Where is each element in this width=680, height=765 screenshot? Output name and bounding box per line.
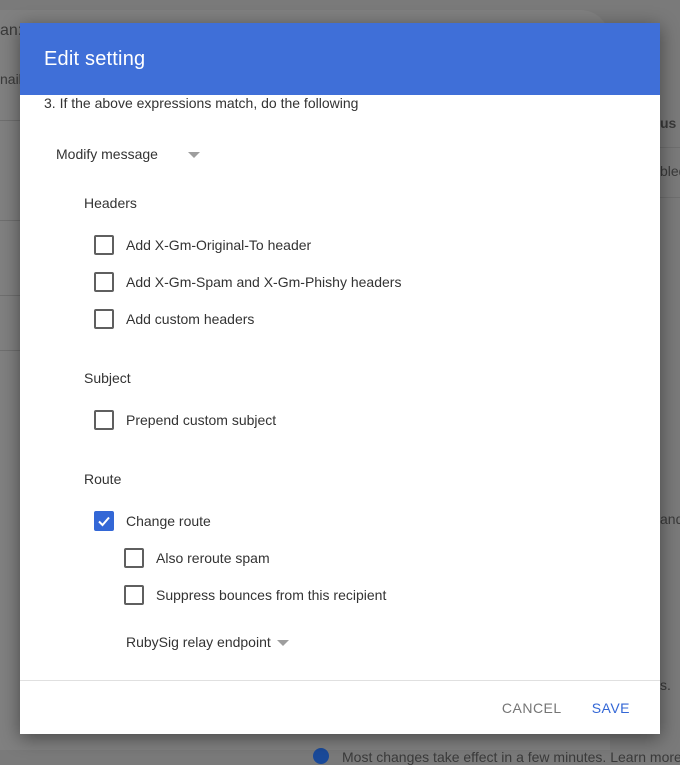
background-divider xyxy=(0,220,20,221)
checkbox-row[interactable]: Suppress bounces from this recipient xyxy=(124,585,386,605)
dialog-footer: CANCEL SAVE xyxy=(20,680,660,734)
check-icon xyxy=(98,516,110,527)
background-divider xyxy=(660,147,680,148)
checkbox[interactable] xyxy=(94,235,114,255)
checkbox-label: Suppress bounces from this recipient xyxy=(156,587,387,603)
change-route-row[interactable]: Change route xyxy=(94,511,211,531)
background-text: nail xyxy=(0,71,22,87)
background-divider xyxy=(0,120,20,121)
checkbox-checked[interactable] xyxy=(94,511,114,531)
checkbox-label: Change route xyxy=(126,513,211,529)
section-label-route: Route xyxy=(84,471,122,487)
background-text: bled xyxy=(660,163,680,179)
background-text: s. xyxy=(660,677,671,693)
dialog-header: Edit setting xyxy=(20,23,660,95)
dialog-title: Edit setting xyxy=(44,47,146,70)
background-divider xyxy=(660,197,680,198)
checkbox[interactable] xyxy=(94,410,114,430)
checkbox[interactable] xyxy=(124,548,144,568)
checkbox-label: Add X-Gm-Spam and X-Gm-Phishy headers xyxy=(126,274,402,290)
section-label-subject: Subject xyxy=(84,370,131,386)
route-dropdown-value: RubySig relay endpoint xyxy=(126,634,271,650)
caret-down-icon xyxy=(187,152,200,158)
checkbox-row[interactable]: Add X-Gm-Spam and X-Gm-Phishy headers xyxy=(94,272,401,292)
checkbox[interactable] xyxy=(94,309,114,329)
background-text: us xyxy=(660,115,677,131)
background-text: and xyxy=(660,511,680,527)
action-dropdown[interactable]: Modify message xyxy=(56,146,200,162)
checkbox-label: Also reroute spam xyxy=(156,550,270,566)
background-divider xyxy=(0,350,20,351)
section-label-headers: Headers xyxy=(84,195,137,211)
checkbox[interactable] xyxy=(124,585,144,605)
checkbox-label: Add X-Gm-Original-To header xyxy=(126,237,312,253)
info-icon xyxy=(313,748,329,764)
route-dropdown[interactable]: RubySig relay endpoint xyxy=(126,634,289,650)
save-button[interactable]: SAVE xyxy=(592,700,630,716)
checkbox-row[interactable]: Prepend custom subject xyxy=(94,410,276,430)
edit-setting-dialog: Edit setting 3. If the above expressions… xyxy=(20,23,660,734)
action-dropdown-value: Modify message xyxy=(56,146,158,162)
dialog-body: 3. If the above expressions match, do th… xyxy=(20,95,660,681)
checkbox-label: Prepend custom subject xyxy=(126,412,277,428)
checkbox-row[interactable]: Add X-Gm-Original-To header xyxy=(94,235,311,255)
background-divider xyxy=(0,295,20,296)
step-instruction: 3. If the above expressions match, do th… xyxy=(44,95,359,111)
checkbox-label: Add custom headers xyxy=(126,311,255,327)
checkbox-row[interactable]: Also reroute spam xyxy=(124,548,270,568)
background-text: an: xyxy=(0,22,23,39)
background-text: Most changes take effect in a few minute… xyxy=(342,749,680,765)
checkbox[interactable] xyxy=(94,272,114,292)
checkbox-row[interactable]: Add custom headers xyxy=(94,309,254,329)
caret-down-icon xyxy=(276,640,289,646)
cancel-button[interactable]: CANCEL xyxy=(502,700,562,716)
